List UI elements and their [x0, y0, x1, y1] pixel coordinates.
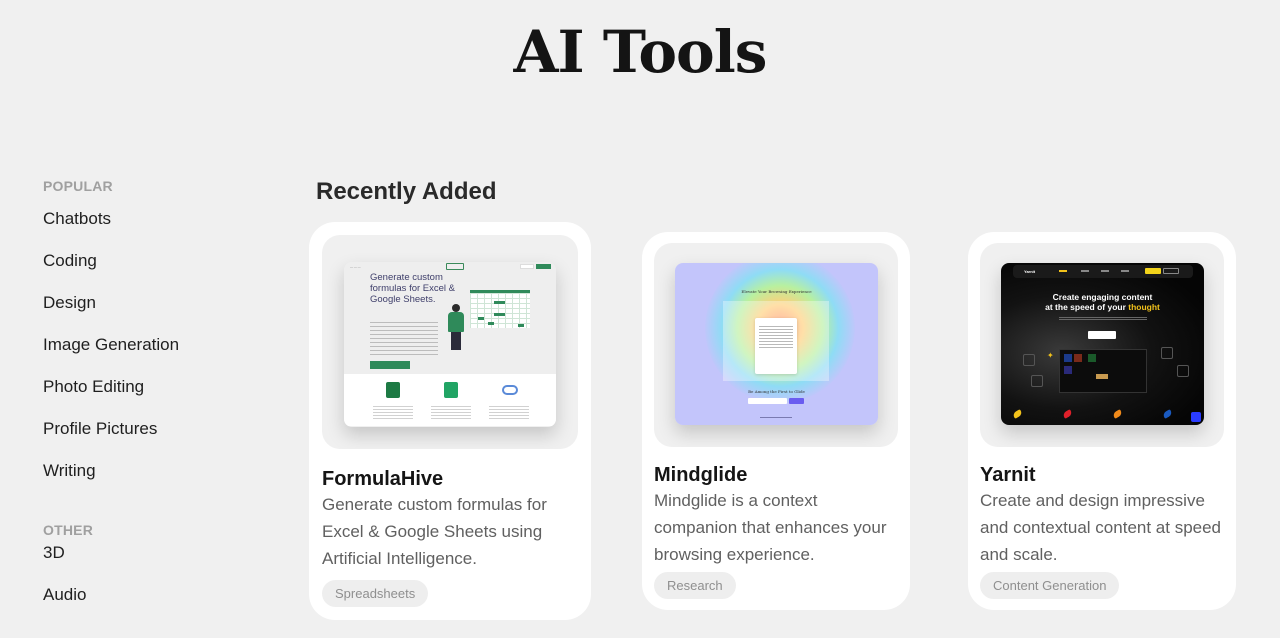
tool-thumbnail: — — — Generate custom formulas for Excel…	[322, 235, 578, 449]
chat-window-illustration	[755, 318, 797, 374]
preview-cta-button	[370, 361, 410, 369]
tool-description: Create and design impressive and context…	[980, 491, 1222, 564]
tool-name[interactable]: Yarnit	[980, 464, 1036, 487]
yarnit-preview-image: Yarnit Create engaging content at the sp…	[1001, 263, 1204, 425]
tool-tag[interactable]: Content Generation	[980, 572, 1120, 599]
sidebar-item-design[interactable]: Design	[43, 282, 263, 324]
sidebar-item-image-generation[interactable]: Image Generation	[43, 324, 263, 366]
tool-description: Mindglide is a context companion that en…	[654, 491, 887, 564]
sidebar-item-audio[interactable]: Audio	[43, 574, 263, 616]
spreadsheet-illustration-icon	[470, 290, 530, 328]
preview-nav-links: — — —	[350, 265, 361, 269]
preview-title: Elevate Your Browsing Experience	[741, 289, 812, 294]
person-illustration-icon	[452, 304, 460, 312]
sidebar-item-writing[interactable]: Writing	[43, 450, 263, 492]
preview-subtitle: Be Among the First to Glide	[748, 389, 805, 394]
preview-navbar: Yarnit	[1013, 265, 1193, 278]
tool-card-mindglide[interactable]: Elevate Your Browsing Experience Be Amon…	[642, 232, 910, 610]
sidebar-item-3d[interactable]: 3D	[43, 532, 263, 574]
formulahive-logo-icon	[446, 263, 464, 270]
sidebar-item-coding[interactable]: Coding	[43, 240, 263, 282]
formulahive-preview-image: — — — Generate custom formulas for Excel…	[344, 262, 556, 427]
google-sheets-icon	[444, 382, 458, 398]
tool-name[interactable]: Mindglide	[654, 464, 747, 487]
preview-cta-button	[1088, 331, 1116, 339]
zoho-sheets-icon	[502, 385, 518, 395]
sparkle-icon: ✦	[1047, 351, 1054, 360]
sidebar-heading-popular: POPULAR	[43, 178, 113, 194]
tool-card-formulahive[interactable]: — — — Generate custom formulas for Excel…	[309, 222, 591, 620]
preview-headline: Generate custom formulas for Excel & Goo…	[370, 272, 455, 305]
app-screenshot-illustration	[1059, 349, 1147, 393]
tool-thumbnail: Elevate Your Browsing Experience Be Amon…	[654, 243, 898, 447]
tool-card-yarnit[interactable]: Yarnit Create engaging content at the sp…	[968, 232, 1236, 610]
section-title: Recently Added	[316, 178, 497, 205]
yarnit-logo: Yarnit	[1024, 269, 1036, 274]
tool-name[interactable]: FormulaHive	[322, 468, 443, 491]
category-sidebar: POPULAR Chatbots Coding Design Image Gen…	[43, 178, 263, 616]
tool-tag[interactable]: Research	[654, 572, 736, 599]
preview-signup-button	[536, 264, 551, 269]
chat-bubble-icon	[1191, 412, 1201, 422]
preview-signup-button	[1163, 268, 1179, 274]
excel-icon	[386, 382, 400, 398]
preview-join-button	[789, 398, 804, 404]
preview-email-input	[748, 398, 787, 404]
sidebar-item-chatbots[interactable]: Chatbots	[43, 198, 263, 240]
tool-tag[interactable]: Spreadsheets	[322, 580, 429, 607]
mindglide-preview-image: Elevate Your Browsing Experience Be Amon…	[675, 263, 878, 425]
sidebar-item-photo-editing[interactable]: Photo Editing	[43, 366, 263, 408]
tool-thumbnail: Yarnit Create engaging content at the sp…	[980, 243, 1224, 447]
preview-login-button	[1145, 268, 1161, 274]
page-title: AI Tools	[513, 18, 768, 86]
preview-headline: Create engaging content at the speed of …	[1045, 292, 1160, 312]
preview-login-button	[520, 264, 534, 269]
sidebar-item-profile-pictures[interactable]: Profile Pictures	[43, 408, 263, 450]
tool-description: Generate custom formulas for Excel & Goo…	[322, 495, 547, 568]
